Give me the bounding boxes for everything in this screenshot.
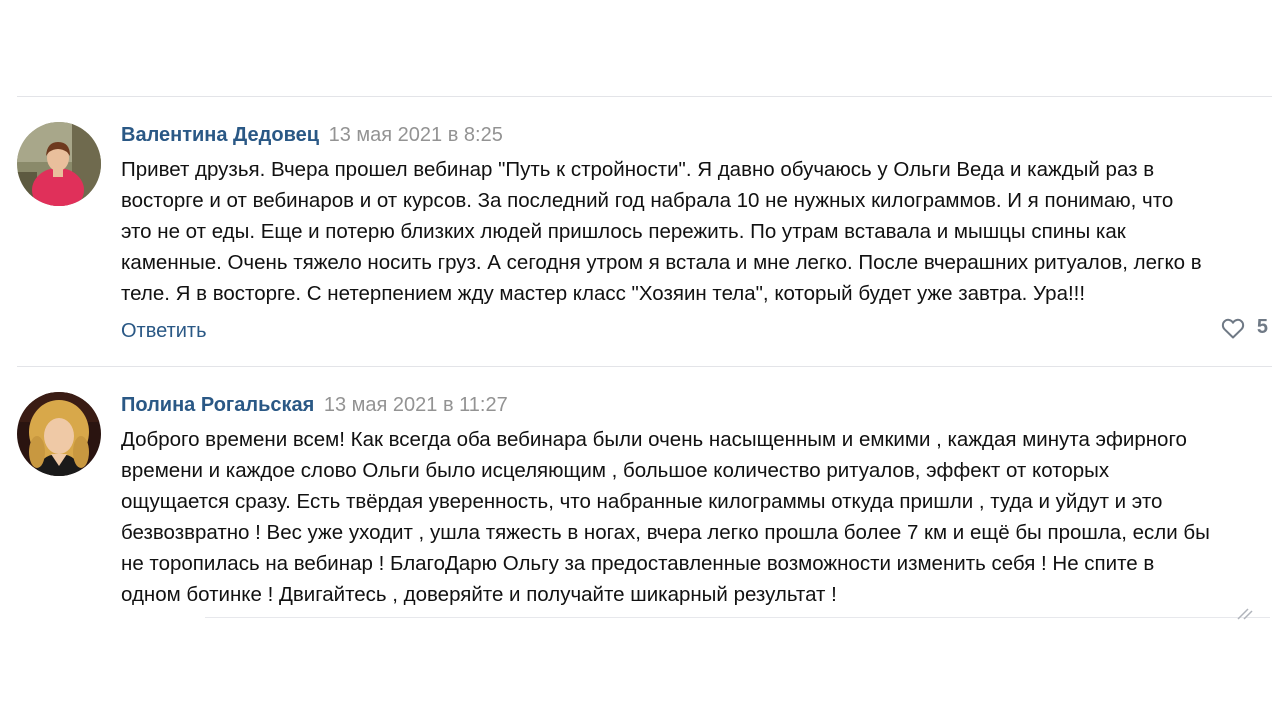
- comment-header: Валентина Дедовец 13 мая 2021 в 8:25: [121, 123, 503, 147]
- comment-date[interactable]: 13 мая 2021 в 8:25: [329, 124, 503, 146]
- avatar[interactable]: [17, 392, 101, 476]
- comment-date[interactable]: 13 мая 2021 в 11:27: [324, 394, 508, 416]
- comments-top-divider: [17, 96, 1272, 97]
- avatar-photo: [17, 122, 101, 206]
- avatar-photo: [17, 392, 101, 476]
- author-name[interactable]: Полина Рогальская: [121, 394, 314, 416]
- comment-divider: [17, 366, 1272, 367]
- like-button[interactable]: 5: [1221, 316, 1268, 339]
- comment-bottom-divider: [205, 617, 1270, 618]
- comment-item: Валентина Дедовец 13 мая 2021 в 8:25 При…: [0, 112, 1280, 352]
- like-count: 5: [1256, 316, 1268, 338]
- author-name[interactable]: Валентина Дедовец: [121, 124, 319, 146]
- heart-outline-icon: [1221, 317, 1245, 339]
- comment-item: Полина Рогальская 13 мая 2021 в 11:27 До…: [0, 382, 1280, 612]
- comment-header: Полина Рогальская 13 мая 2021 в 11:27: [121, 393, 508, 417]
- comment-text: Привет друзья. Вчера прошел вебинар "Пут…: [121, 158, 1202, 305]
- resize-handle-icon[interactable]: [1234, 606, 1254, 620]
- reply-button[interactable]: Ответить: [121, 319, 207, 343]
- comment-text: Доброго времени всем! Как всегда оба веб…: [121, 428, 1210, 606]
- avatar[interactable]: [17, 122, 101, 206]
